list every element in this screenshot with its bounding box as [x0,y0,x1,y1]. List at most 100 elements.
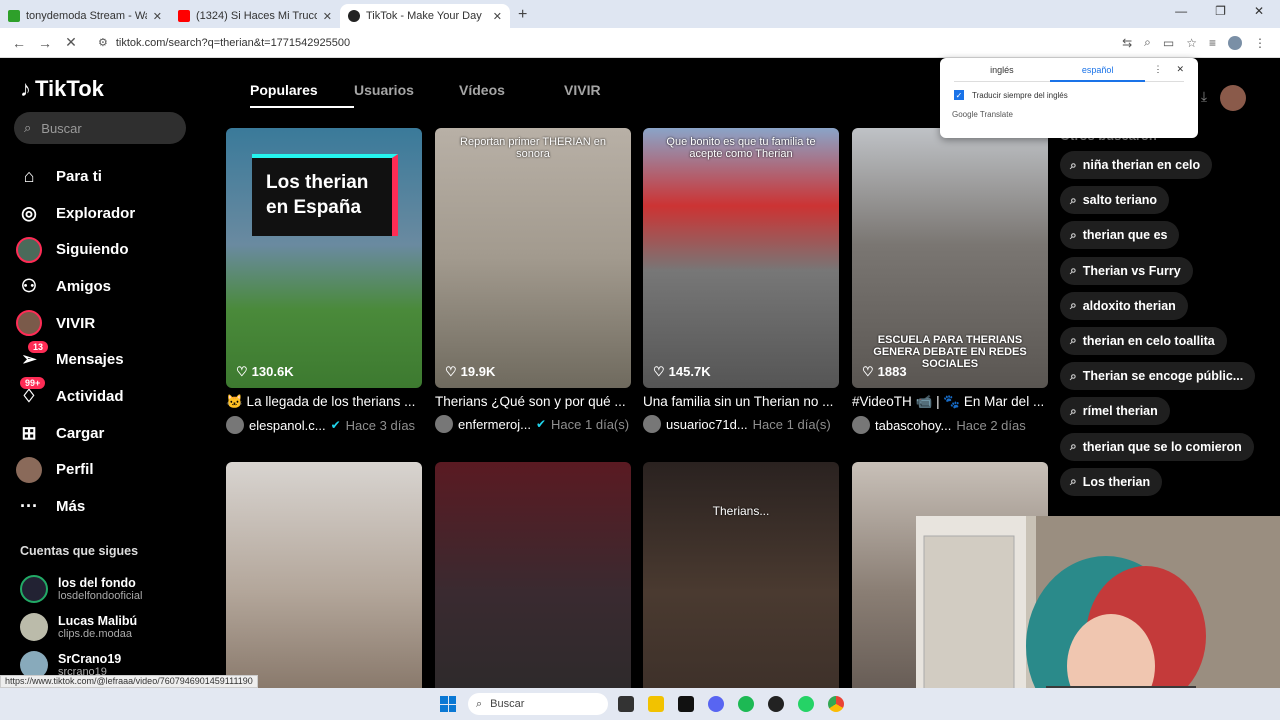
search-icon: ⌕ [1070,439,1077,453]
related-search-chip[interactable]: ⌕ Therian vs Furry [1060,256,1193,285]
video-thumbnail[interactable]: Los therian en España ♡ 130.6K [226,128,422,388]
reading-list-icon[interactable]: ≡ [1209,36,1216,50]
nav-item-siguiendo[interactable]: Siguiendo [16,231,216,268]
translate-icon[interactable]: ⇆ [1122,36,1132,50]
restore-button[interactable]: ❐ [1215,4,1226,18]
following-account[interactable]: los del fondo losdelfondooficial [20,570,142,608]
windows-start-icon[interactable] [440,696,456,712]
video-caption[interactable]: Una familia sin un Therian no ... [643,394,839,409]
nav-item-perfil[interactable]: Perfil [16,452,216,489]
capcut-icon[interactable] [678,696,694,712]
minimize-button[interactable]: — [1175,4,1187,18]
browser-tab[interactable]: (1324) Si Haces Mi Truco, Gana ✕ [170,4,340,28]
tiktok-logo[interactable]: ♪ TikTok [20,76,104,102]
tab-usuarios[interactable]: Usuarios [354,82,459,108]
author-avatar[interactable] [226,416,244,434]
tab-vivir[interactable]: VIVIR [564,82,624,108]
forward-icon[interactable]: → [38,35,52,51]
video-thumbnail[interactable]: ESCUELA PARA THERIANS GENERA DEBATE EN R… [852,128,1048,388]
author-avatar[interactable] [643,415,661,433]
author-avatar[interactable] [852,416,870,434]
taskbar-search[interactable]: ⌕ Buscar [468,693,608,715]
author-name[interactable]: elespanol.c... [249,418,326,433]
video-caption[interactable]: 🐱 La llegada de los therians ... [226,394,422,410]
video-card[interactable]: Los therian en España ♡ 130.6K 🐱 La llegada… [226,128,422,434]
close-icon[interactable]: ✕ [323,10,332,23]
new-tab-button[interactable]: + [518,6,527,24]
translate-always-option[interactable]: ✓ Traducir siempre del inglés [954,90,1184,100]
close-icon[interactable]: ✕ [153,10,162,23]
related-search-chip[interactable]: ⌕ salto teriano [1060,186,1170,215]
video-card[interactable]: Reportan primer THERIAN en sonora ♡ 19.9K T… [435,128,631,433]
related-search-chip[interactable]: ⌕ aldoxito therian [1060,291,1188,320]
related-search-chip[interactable]: ⌕ therian en celo toallita [1060,326,1227,355]
close-window-button[interactable]: ✕ [1254,4,1264,18]
whatsapp-icon[interactable] [798,696,814,712]
related-search-chip[interactable]: ⌕ therian que es [1060,221,1180,250]
video-card[interactable]: ESCUELA PARA THERIANS GENERA DEBATE EN R… [852,128,1048,434]
video-caption[interactable]: #VideoTH 📹 | 🐾 En Mar del ... [852,394,1048,410]
related-search-chip[interactable]: ⌕ Los therian [1060,467,1163,496]
translate-target-tab[interactable]: español [1049,58,1146,82]
browser-tab[interactable]: tonydemoda Stream - Watch Li ✕ [0,4,170,28]
obs-icon[interactable] [768,696,784,712]
related-search-chip[interactable]: ⌕ niña therian en celo [1060,151,1213,179]
site-info-icon[interactable]: ⚙ [98,36,108,49]
video-thumbnail[interactable]: Reportan primer THERIAN en sonora ♡ 19.9K [435,128,631,388]
cast-icon[interactable]: ▭ [1163,36,1174,50]
author-name[interactable]: enfermeroj... [458,417,531,432]
author-avatar[interactable] [435,415,453,433]
related-search-chip[interactable]: ⌕ therian que se lo comieron [1060,432,1254,461]
video-card[interactable]: Therians... [643,462,839,688]
nav-item-mas[interactable]: ··· Más [16,488,216,525]
video-thumbnail[interactable]: Therians... [643,462,839,688]
nav-item-actividad[interactable]: ♢ 99+ Actividad [16,377,216,415]
related-search-chip[interactable]: ⌕ rímel therian [1060,397,1170,426]
nav-item-mensajes[interactable]: ➢ 13 Mensajes [16,340,216,378]
video-caption[interactable]: Therians ¿Qué son y por qué ... [435,394,631,409]
tab-videos[interactable]: Vídeos [459,82,564,108]
video-card[interactable] [226,462,422,688]
nav-item-amigos[interactable]: ⚇ Amigos [16,268,216,305]
chrome-icon[interactable] [828,696,844,712]
checkbox-checked-icon[interactable]: ✓ [954,90,964,100]
tab-title: TikTok - Make Your Day [366,10,482,22]
video-thumbnail[interactable] [435,462,631,688]
following-account[interactable]: Lucas Malibú clips.de.modaa [20,608,142,646]
close-icon[interactable]: ✕ [493,10,502,23]
stop-icon[interactable]: ✕ [64,34,78,51]
profile-avatar[interactable] [1228,35,1242,50]
video-thumbnail[interactable]: Que bonito es que tu familia te acepte c… [643,128,839,388]
author-name[interactable]: usuarioc71d... [666,417,748,432]
translate-menu-icon[interactable]: ⋮ [1153,64,1162,75]
account-name: SrCrano19 [58,652,122,666]
url-field[interactable]: ⚙ tiktok.com/search?q=therian&t=17715429… [90,32,1110,54]
nav-item-vivir[interactable]: VIVIR [16,305,216,342]
author-name[interactable]: tabascohoy... [875,418,951,433]
tab-populares[interactable]: Populares [250,82,354,108]
twitch-favicon-icon [8,10,20,22]
close-icon[interactable]: ✕ [1176,64,1184,75]
video-card[interactable]: Que bonito es que tu familia te acepte c… [643,128,839,433]
file-explorer-icon[interactable] [648,696,664,712]
spotify-icon[interactable] [738,696,754,712]
video-meta: elespanol.c... ✔ Hace 3 días [226,416,446,434]
video-card[interactable] [435,462,631,688]
task-view-icon[interactable] [618,696,634,712]
bookmark-star-icon[interactable]: ☆ [1186,36,1197,50]
menu-dots-icon[interactable]: ⋮ [1254,36,1266,50]
back-icon[interactable]: ← [12,35,26,51]
video-thumbnail[interactable] [226,462,422,688]
zoom-icon[interactable]: ⌕ [1144,35,1151,50]
related-search-chip[interactable]: ⌕ Therian se encoge públic... [1060,362,1256,391]
browser-tab-active[interactable]: TikTok - Make Your Day ✕ [340,4,510,28]
discord-icon[interactable] [708,696,724,712]
verified-icon: ✔ [535,417,547,431]
search-input[interactable]: ⌕ Buscar [14,112,186,144]
translate-source-tab[interactable]: inglés [954,65,1050,75]
nav-item-explorador[interactable]: ◎ Explorador [16,195,216,232]
nav-item-cargar[interactable]: ⊞ Cargar [16,415,216,452]
user-avatar[interactable] [1220,85,1246,111]
nav-item-para-ti[interactable]: ⌂ Para ti [16,158,216,195]
home-icon: ⌂ [23,165,35,186]
